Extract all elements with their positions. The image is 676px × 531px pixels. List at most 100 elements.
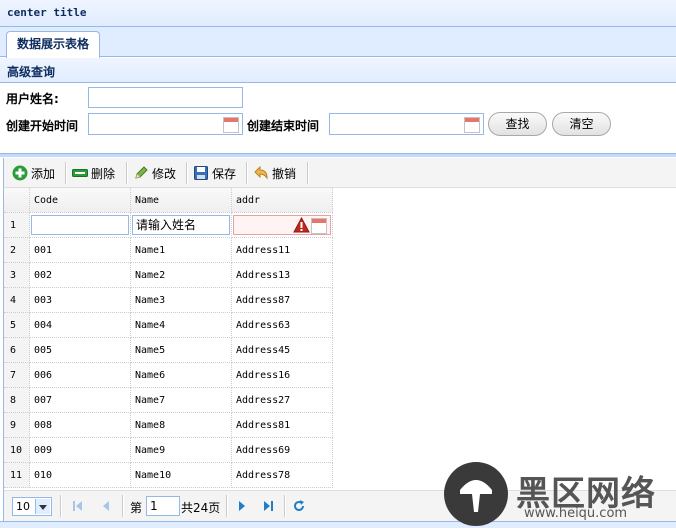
add-label: 添加 [31, 166, 56, 181]
table-cell-name[interactable]: Name3 [131, 288, 232, 313]
tab-data-table[interactable]: 数据展示表格 [6, 31, 101, 59]
previous-page-icon[interactable] [100, 500, 112, 512]
first-page-icon[interactable] [72, 500, 84, 512]
delete-button[interactable]: 删除 [72, 164, 115, 182]
add-button[interactable]: 添加 [12, 164, 55, 182]
row-number: 3 [4, 263, 30, 288]
last-page-icon[interactable] [262, 500, 274, 512]
row-number: 11 [4, 463, 30, 488]
row-number: 10 [4, 438, 30, 463]
page-prefix-label: 第 [130, 501, 143, 515]
find-button[interactable]: 查找 [488, 112, 547, 136]
table-cell-addr[interactable]: Address78 [232, 463, 333, 488]
save-label: 保存 [212, 166, 237, 181]
table-cell-addr[interactable]: Address63 [232, 313, 333, 338]
addr-edit-input[interactable] [233, 215, 331, 235]
edit-row-cell [30, 213, 131, 238]
save-button[interactable]: 保存 [193, 164, 236, 182]
page-size-value: 10 [16, 500, 30, 513]
edit-label: 修改 [152, 166, 177, 181]
table-cell-name[interactable]: Name5 [131, 338, 232, 363]
next-page-icon[interactable] [236, 500, 248, 512]
chevron-down-icon [35, 499, 50, 514]
table-cell-code[interactable]: 007 [30, 388, 131, 413]
floppy-disk-icon [193, 165, 209, 181]
page-size-select[interactable]: 10 [12, 497, 52, 516]
row-number: 2 [4, 238, 30, 263]
table-cell-addr[interactable]: Address87 [232, 288, 333, 313]
edit-row-cell: 请输入姓名 [131, 213, 232, 238]
delete-label: 删除 [91, 166, 116, 181]
table-cell-code[interactable]: 004 [30, 313, 131, 338]
table-cell-name[interactable]: Name7 [131, 388, 232, 413]
username-label: 用户姓名: [6, 92, 59, 106]
page-total-label: 共24页 [181, 501, 221, 515]
end-time-input[interactable] [329, 113, 484, 135]
table-cell-addr[interactable]: Address16 [232, 363, 333, 388]
row-number: 9 [4, 413, 30, 438]
page-number-input[interactable]: 1 [146, 496, 180, 516]
minus-icon [72, 165, 88, 181]
table-cell-code[interactable]: 008 [30, 413, 131, 438]
table-cell-name[interactable]: Name8 [131, 413, 232, 438]
end-time-label: 创建结束时间 [247, 119, 320, 133]
undo-arrow-icon [253, 165, 269, 181]
data-grid: Code Name addr 1 请输入姓名 2 001 Name1 Address1… [3, 188, 676, 490]
table-cell-addr[interactable]: Address13 [232, 263, 333, 288]
column-header-addr[interactable]: addr [232, 188, 333, 213]
row-number: 6 [4, 338, 30, 363]
table-cell-name[interactable]: Name2 [131, 263, 232, 288]
column-header-name[interactable]: Name [131, 188, 232, 213]
table-cell-addr[interactable]: Address81 [232, 413, 333, 438]
row-number: 1 [4, 213, 30, 238]
window-title: center title [7, 6, 87, 19]
table-cell-addr[interactable]: Address27 [232, 388, 333, 413]
table-cell-code[interactable]: 006 [30, 363, 131, 388]
row-number: 7 [4, 363, 30, 388]
start-time-input[interactable] [88, 113, 243, 135]
table-cell-code[interactable]: 003 [30, 288, 131, 313]
watermark-logo: 黑区网络 www.heiqu.com [440, 460, 676, 528]
edit-button[interactable]: 修改 [133, 164, 176, 182]
table-cell-name[interactable]: Name4 [131, 313, 232, 338]
clear-button[interactable]: 清空 [552, 112, 611, 136]
table-cell-code[interactable]: 001 [30, 238, 131, 263]
search-panel-header: 高级查询 [0, 58, 676, 83]
table-cell-name[interactable]: Name1 [131, 238, 232, 263]
name-edit-input[interactable]: 请输入姓名 [132, 215, 230, 235]
table-cell-addr[interactable]: Address69 [232, 438, 333, 463]
watermark-url: www.heiqu.com [524, 506, 628, 521]
window-title-bar: center title [0, 0, 676, 27]
table-cell-name[interactable]: Name6 [131, 363, 232, 388]
row-number: 4 [4, 288, 30, 313]
calendar-icon[interactable] [464, 117, 480, 133]
calendar-icon[interactable] [223, 117, 239, 133]
table-cell-code[interactable]: 005 [30, 338, 131, 363]
search-panel-title: 高级查询 [7, 65, 56, 79]
pencil-icon [133, 165, 149, 181]
table-cell-addr[interactable]: Address45 [232, 338, 333, 363]
row-number-header [4, 188, 30, 213]
row-number: 5 [4, 313, 30, 338]
code-edit-input[interactable] [31, 215, 129, 235]
table-cell-code[interactable]: 009 [30, 438, 131, 463]
refresh-icon[interactable] [293, 500, 305, 512]
grid-toolbar: 添加 删除 修改 保存 撤销 [3, 158, 676, 188]
edit-row-cell [232, 213, 333, 238]
undo-label: 撤销 [272, 166, 297, 181]
tab-strip: 数据展示表格 [0, 27, 676, 59]
table-cell-code[interactable]: 002 [30, 263, 131, 288]
row-number: 8 [4, 388, 30, 413]
undo-button[interactable]: 撤销 [253, 164, 296, 182]
plus-icon [12, 165, 28, 181]
column-header-code[interactable]: Code [30, 188, 131, 213]
username-input[interactable] [88, 87, 243, 108]
start-time-label: 创建开始时间 [6, 119, 79, 133]
warning-icon [293, 216, 310, 236]
table-cell-name[interactable]: Name9 [131, 438, 232, 463]
table-cell-addr[interactable]: Address11 [232, 238, 333, 263]
table-cell-name[interactable]: Name10 [131, 463, 232, 488]
calendar-icon[interactable] [311, 218, 327, 234]
panel-divider [0, 153, 676, 157]
table-cell-code[interactable]: 010 [30, 463, 131, 488]
